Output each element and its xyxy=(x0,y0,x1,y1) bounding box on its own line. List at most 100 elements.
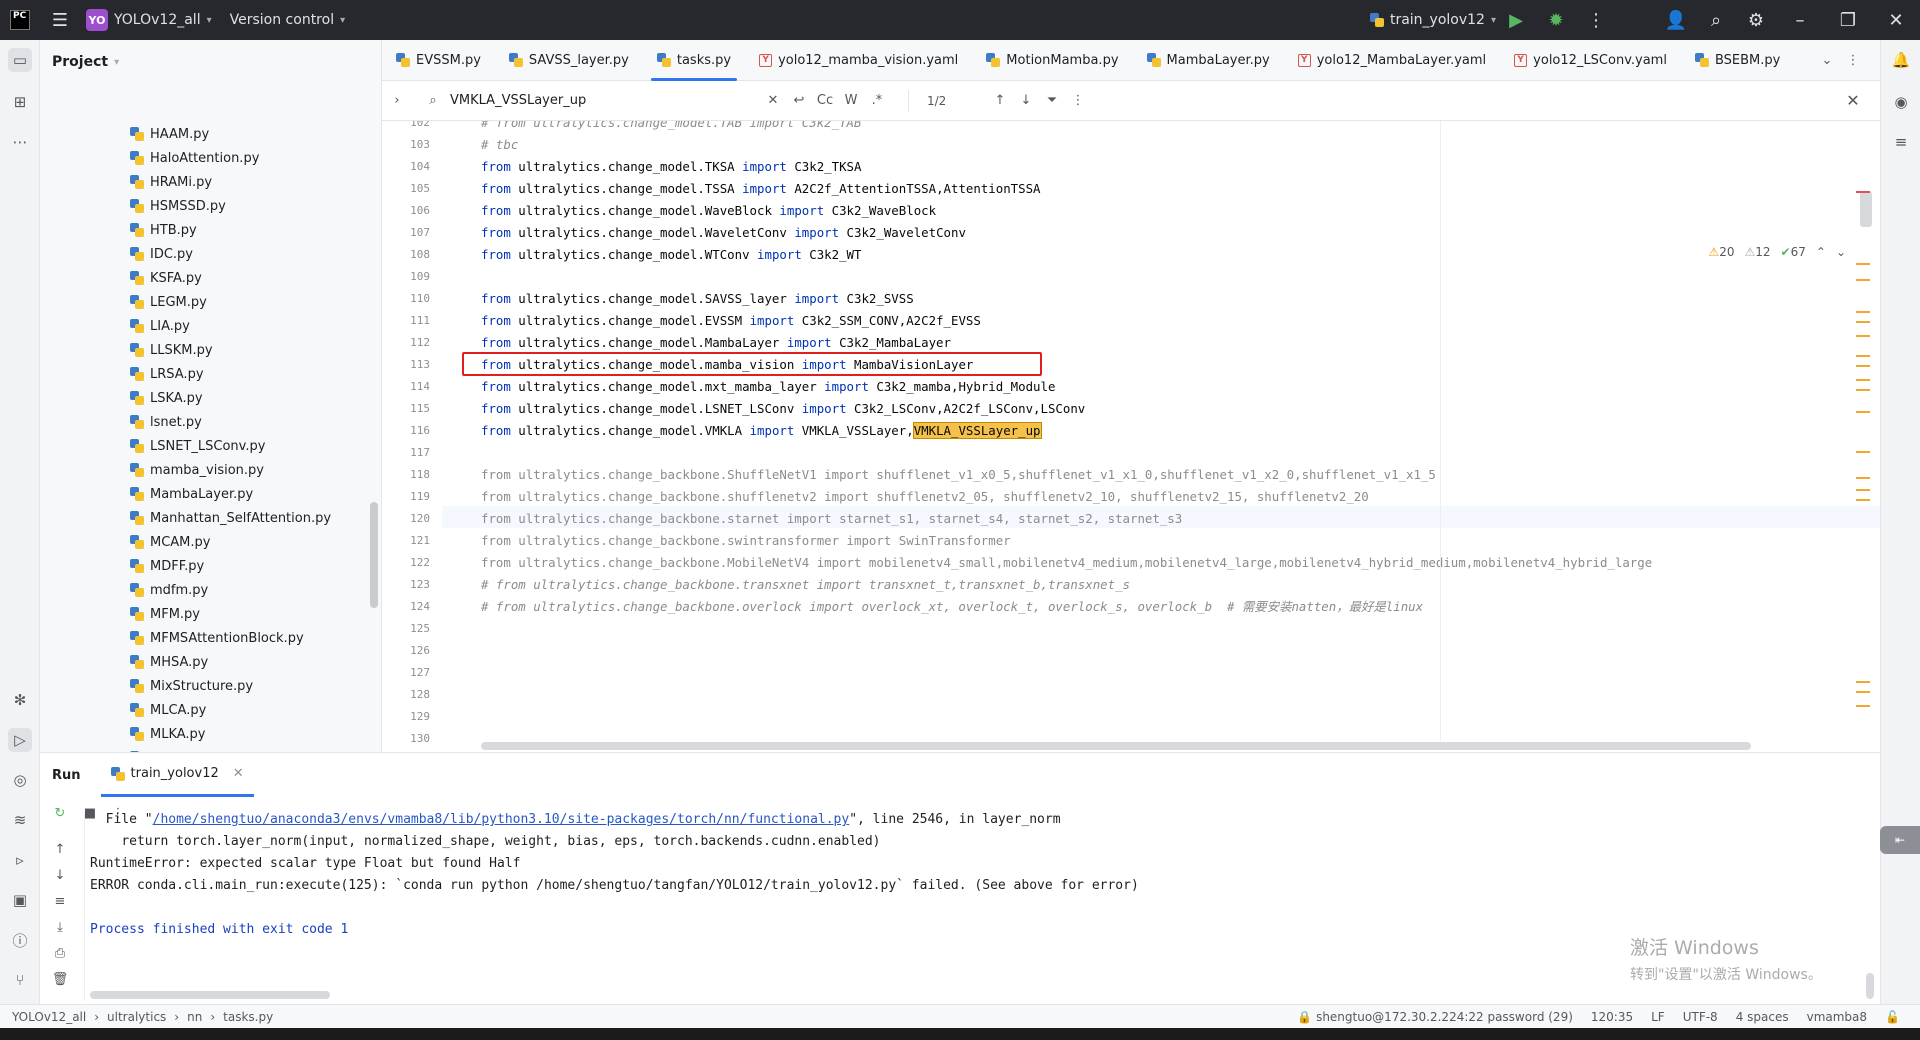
match-case-button[interactable]: Cc xyxy=(812,88,838,114)
editor-tab[interactable]: Yyolo12_LSConv.yaml xyxy=(1500,40,1681,81)
remote-host[interactable]: 🔒 shengtuo@172.30.2.224:22 password (29) xyxy=(1297,1010,1573,1024)
main-menu-icon[interactable]: ☰ xyxy=(40,0,80,40)
search-history-icon[interactable]: ⌕ xyxy=(416,88,450,114)
indent-setting[interactable]: 4 spaces xyxy=(1736,1010,1789,1024)
code-line[interactable]: from ultralytics.change_model.WTConv imp… xyxy=(481,244,861,266)
database-icon[interactable]: ≡ xyxy=(1889,130,1913,154)
project-scrollbar[interactable] xyxy=(370,502,378,608)
code-line[interactable]: from ultralytics.change_backbone.shuffle… xyxy=(481,486,1369,508)
code-line[interactable]: from ultralytics.change_model.mxt_mamba_… xyxy=(481,376,1055,398)
file-tree-item[interactable]: MLKA.py xyxy=(130,722,206,746)
add-user-icon[interactable]: 👤 xyxy=(1656,0,1696,40)
file-encoding[interactable]: UTF-8 xyxy=(1683,1010,1718,1024)
file-tree-item[interactable]: LSKA.py xyxy=(130,386,203,410)
file-tree-item[interactable]: IDC.py xyxy=(130,242,193,266)
run-icon[interactable]: ▶ xyxy=(1496,0,1536,40)
file-tree-item[interactable]: MDFF.py xyxy=(130,554,204,578)
search-icon[interactable]: ⌕ xyxy=(1696,0,1736,40)
traceback-file-link[interactable]: /home/shengtuo/anaconda3/envs/vmamba8/li… xyxy=(153,812,850,827)
find-input[interactable] xyxy=(450,87,760,114)
collapse-panel-icon[interactable]: ⇤ xyxy=(1880,826,1920,854)
notifications-bell-icon[interactable]: 🔔 xyxy=(1889,48,1913,72)
terminal-icon[interactable]: ▣ xyxy=(8,888,32,912)
tabs-more-icon[interactable]: ⋮ xyxy=(1840,47,1866,73)
code-line[interactable]: from ultralytics.change_backbone.MobileN… xyxy=(481,552,1652,574)
editor-tab[interactable]: EVSSM.py xyxy=(382,40,495,81)
restore-icon[interactable]: ❐ xyxy=(1824,0,1872,40)
code-line[interactable]: # from ultralytics.change_model.TAB impo… xyxy=(481,121,861,134)
editor-tab[interactable]: MotionMamba.py xyxy=(972,40,1132,81)
code-line[interactable]: from ultralytics.change_backbone.starnet… xyxy=(481,508,1182,530)
breadcrumb-item[interactable]: YOLOv12_all xyxy=(12,1010,86,1024)
clear-trash-icon[interactable]: 🗑 xyxy=(48,967,72,991)
scroll-down-icon[interactable]: ↓ xyxy=(48,863,72,887)
code-line[interactable]: from ultralytics.change_model.WaveletCon… xyxy=(481,222,966,244)
code-line[interactable]: from ultralytics.change_model.EVSSM impo… xyxy=(481,310,981,332)
code-line[interactable]: from ultralytics.change_model.MambaLayer… xyxy=(481,332,951,354)
python-console-icon[interactable]: ◎ xyxy=(8,768,32,792)
editor-tab[interactable]: Yyolo12_MambaLayer.yaml xyxy=(1284,40,1500,81)
run-horizontal-scrollbar[interactable] xyxy=(90,991,330,999)
file-tree-item[interactable]: MambaLayer.py xyxy=(130,482,253,506)
breadcrumb-item[interactable]: ultralytics xyxy=(107,1010,166,1024)
file-tree-item[interactable]: MFM.py xyxy=(130,602,200,626)
soft-wrap-icon[interactable]: ≡ xyxy=(48,889,72,913)
close-icon[interactable]: ✕ xyxy=(1872,0,1920,40)
code-line[interactable]: from ultralytics.change_model.mamba_visi… xyxy=(481,354,973,376)
file-tree-item[interactable]: HAAM.py xyxy=(130,122,209,146)
next-match-icon[interactable]: ↓ xyxy=(1013,88,1039,114)
file-tree-item[interactable]: KSFA.py xyxy=(130,266,202,290)
project-panel-header[interactable]: Project ▾ xyxy=(40,40,381,84)
project-folder-icon[interactable]: ▭ xyxy=(8,48,32,72)
chevron-up-icon[interactable]: ⌃ xyxy=(1816,245,1826,259)
editor-tab[interactable]: BSEBM.py xyxy=(1681,40,1794,81)
file-tree-item[interactable]: MixStructure.py xyxy=(130,674,253,698)
debug-bug-icon[interactable]: ✻ xyxy=(8,688,32,712)
regex-button[interactable]: .* xyxy=(864,88,890,114)
vertical-scrollbar[interactable] xyxy=(1860,191,1872,227)
line-separator[interactable]: LF xyxy=(1651,1010,1665,1024)
file-tree-item[interactable]: LEGM.py xyxy=(130,290,207,314)
code-editor[interactable]: 102 # from ultralytics.change_model.TAB i… xyxy=(382,121,1880,752)
file-tree-item[interactable]: HSMSSD.py xyxy=(130,194,226,218)
code-line[interactable]: # from ultralytics.change_backbone.overl… xyxy=(481,596,1423,618)
project-switcher[interactable]: YO YOLOv12_all ▾ xyxy=(86,0,212,40)
file-tree-item[interactable]: MFMSAttentionBlock.py xyxy=(130,626,304,650)
editor-tab[interactable]: MambaLayer.py xyxy=(1133,40,1284,81)
new-line-icon[interactable]: ↩ xyxy=(786,88,812,114)
filter-icon[interactable]: ⏷ xyxy=(1039,88,1065,114)
python-interpreter[interactable]: vmamba8 xyxy=(1807,1010,1867,1024)
close-find-icon[interactable]: ✕ xyxy=(1840,88,1866,114)
editor-tab[interactable]: Yyolo12_mamba_vision.yaml xyxy=(745,40,972,81)
print-icon[interactable]: ⎙ xyxy=(48,941,72,965)
file-tree-item[interactable]: MCAM.py xyxy=(130,530,210,554)
editor-tab[interactable]: tasks.py xyxy=(643,40,745,81)
run-tool-icon[interactable]: ▷ xyxy=(8,728,32,752)
file-tree-item[interactable]: LSNET_LSConv.py xyxy=(130,434,265,458)
code-line[interactable]: # tbc xyxy=(481,134,518,156)
code-line[interactable]: from ultralytics.change_backbone.swintra… xyxy=(481,530,1011,552)
run-config-selector[interactable]: train_yolov12 ▾ xyxy=(1369,0,1496,40)
editor-tab[interactable]: SAVSS_layer.py xyxy=(495,40,643,81)
file-tree-item[interactable]: lsnet.py xyxy=(130,410,202,434)
code-line[interactable]: from ultralytics.change_model.TSSA impor… xyxy=(481,178,1041,200)
file-tree-item[interactable]: LRSA.py xyxy=(130,362,204,386)
code-line[interactable]: from ultralytics.change_backbone.Shuffle… xyxy=(481,464,1436,486)
run-vertical-scrollbar[interactable] xyxy=(1866,973,1874,999)
rerun-icon[interactable]: ↻ xyxy=(48,801,72,825)
breadcrumb-item[interactable]: nn xyxy=(187,1010,202,1024)
file-tree-item[interactable]: MLCA.py xyxy=(130,698,206,722)
run-tab[interactable]: train_yolov12 ✕ xyxy=(100,753,254,797)
tabs-dropdown-icon[interactable]: ⌄ xyxy=(1814,47,1840,73)
file-tree-item[interactable]: mdfm.py xyxy=(130,578,208,602)
breadcrumb-item[interactable]: tasks.py xyxy=(223,1010,273,1024)
file-tree-item[interactable]: LLSKM.py xyxy=(130,338,213,362)
previous-match-icon[interactable]: ↑ xyxy=(987,88,1013,114)
file-tree-item[interactable]: MHSA.py xyxy=(130,650,208,674)
file-tree-item[interactable]: HaloAttention.py xyxy=(130,146,259,170)
more-actions-icon[interactable]: ⋮ xyxy=(1576,0,1616,40)
structure-icon[interactable]: ⊞ xyxy=(8,90,32,114)
more-tools-icon[interactable]: ⋯ xyxy=(8,130,32,154)
file-tree-item[interactable]: mamba_vision.py xyxy=(130,458,264,482)
file-tree-item[interactable]: LIA.py xyxy=(130,314,190,338)
